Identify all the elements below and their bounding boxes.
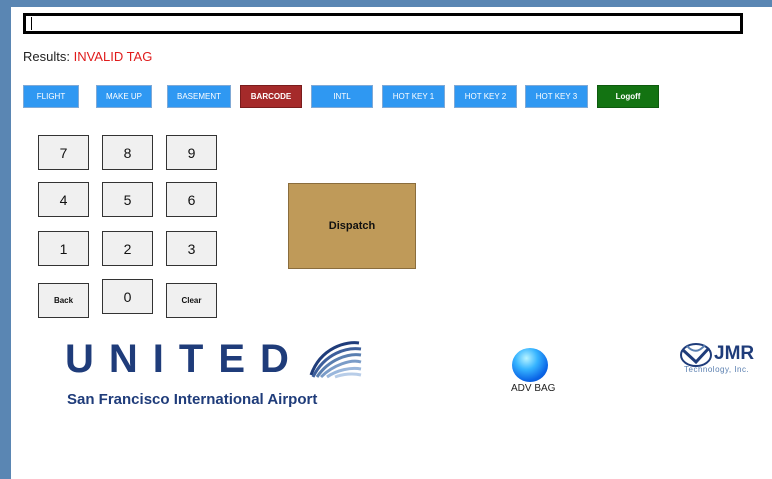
- adv-bag-label: ADV BAG: [511, 383, 556, 394]
- window-frame-left: [0, 0, 11, 479]
- jmr-logo-subtext: Technology, Inc.: [684, 365, 750, 374]
- key-3[interactable]: 3: [166, 231, 217, 266]
- united-logo-text: UNITED: [65, 337, 304, 381]
- window-frame-top: [0, 0, 772, 7]
- key-5[interactable]: 5: [102, 182, 153, 217]
- hotkey-basement[interactable]: BASEMENT: [167, 85, 231, 108]
- adv-bag-light[interactable]: [512, 348, 548, 382]
- hotkey-barcode[interactable]: BARCODE: [240, 85, 302, 108]
- hotkey-1[interactable]: HOT KEY 1: [382, 85, 445, 108]
- key-6[interactable]: 6: [166, 182, 217, 217]
- key-7[interactable]: 7: [38, 135, 89, 170]
- hotkey-intl[interactable]: INTL: [311, 85, 373, 108]
- bag-scan-page: Results: INVALID TAG FLIGHT MAKE UP BASE…: [11, 7, 772, 479]
- key-0[interactable]: 0: [102, 279, 153, 314]
- hotkey-make-up[interactable]: MAKE UP: [96, 85, 152, 108]
- dispatch-button[interactable]: Dispatch: [288, 183, 416, 269]
- results-label: Results:: [23, 49, 70, 64]
- key-8[interactable]: 8: [102, 135, 153, 170]
- key-2[interactable]: 2: [102, 231, 153, 266]
- hotkey-flight[interactable]: FLIGHT: [23, 85, 79, 108]
- tag-input[interactable]: [23, 13, 743, 34]
- key-9[interactable]: 9: [166, 135, 217, 170]
- key-1[interactable]: 1: [38, 231, 89, 266]
- airport-name: San Francisco International Airport: [67, 391, 318, 408]
- clear-button[interactable]: Clear: [166, 283, 217, 318]
- logoff-button[interactable]: Logoff: [597, 85, 659, 108]
- back-button[interactable]: Back: [38, 283, 89, 318]
- results-value: INVALID TAG: [73, 49, 153, 64]
- text-cursor: [31, 17, 32, 30]
- united-globe-icon: [307, 337, 363, 379]
- jmr-logo-text: JMR: [714, 343, 755, 364]
- hotkey-3[interactable]: HOT KEY 3: [525, 85, 588, 108]
- hotkey-2[interactable]: HOT KEY 2: [454, 85, 517, 108]
- results-line: Results: INVALID TAG: [23, 49, 152, 64]
- key-4[interactable]: 4: [38, 182, 89, 217]
